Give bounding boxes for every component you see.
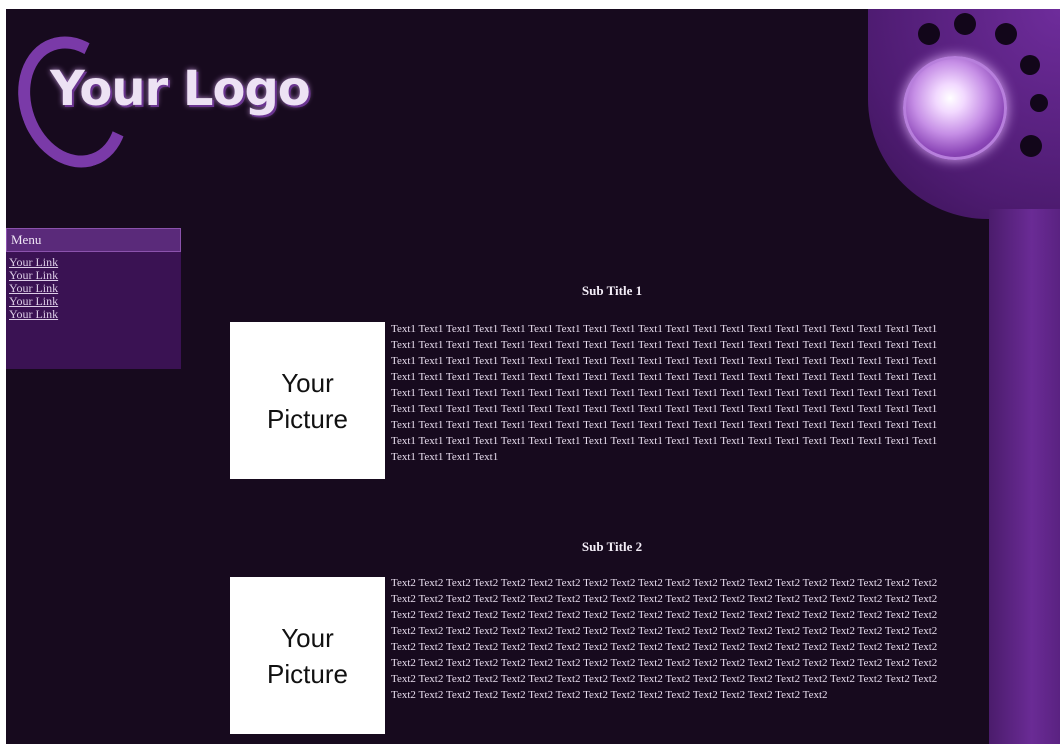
right-decorative-band — [989, 209, 1060, 744]
decorative-dot — [995, 23, 1017, 45]
decorative-dot — [918, 23, 940, 45]
picture-label-line: Your — [281, 367, 334, 398]
picture-label-line: Picture — [267, 403, 348, 434]
section-1-picture-placeholder: Your Picture — [230, 322, 385, 479]
section-2-title: Sub Title 2 — [581, 539, 643, 554]
decorative-dot — [1020, 55, 1040, 75]
menu-link[interactable]: Your Link — [9, 308, 181, 321]
decorative-dot — [1030, 94, 1048, 112]
menu-header: Menu — [6, 228, 181, 252]
picture-label-line: Your — [281, 622, 334, 653]
section-1-text: Text1 Text1 Text1 Text1 Text1 Text1 Text… — [391, 323, 938, 463]
sidebar-menu: Menu Your Link Your Link Your Link Your … — [6, 228, 181, 369]
section-2-text: Text2 Text2 Text2 Text2 Text2 Text2 Text… — [391, 577, 938, 701]
logo[interactable]: Your Logo — [50, 61, 311, 117]
menu-links: Your Link Your Link Your Link Your Link … — [6, 252, 181, 321]
decorative-dot — [954, 13, 976, 35]
orb-icon — [903, 56, 1007, 160]
picture-label-line: Picture — [267, 658, 348, 689]
decorative-dot — [1020, 135, 1042, 157]
page-frame: Your Logo Menu Your Link Your Link Your … — [6, 9, 1060, 744]
section-2-picture-placeholder: Your Picture — [230, 577, 385, 734]
section-1-title: Sub Title 1 — [581, 283, 643, 298]
